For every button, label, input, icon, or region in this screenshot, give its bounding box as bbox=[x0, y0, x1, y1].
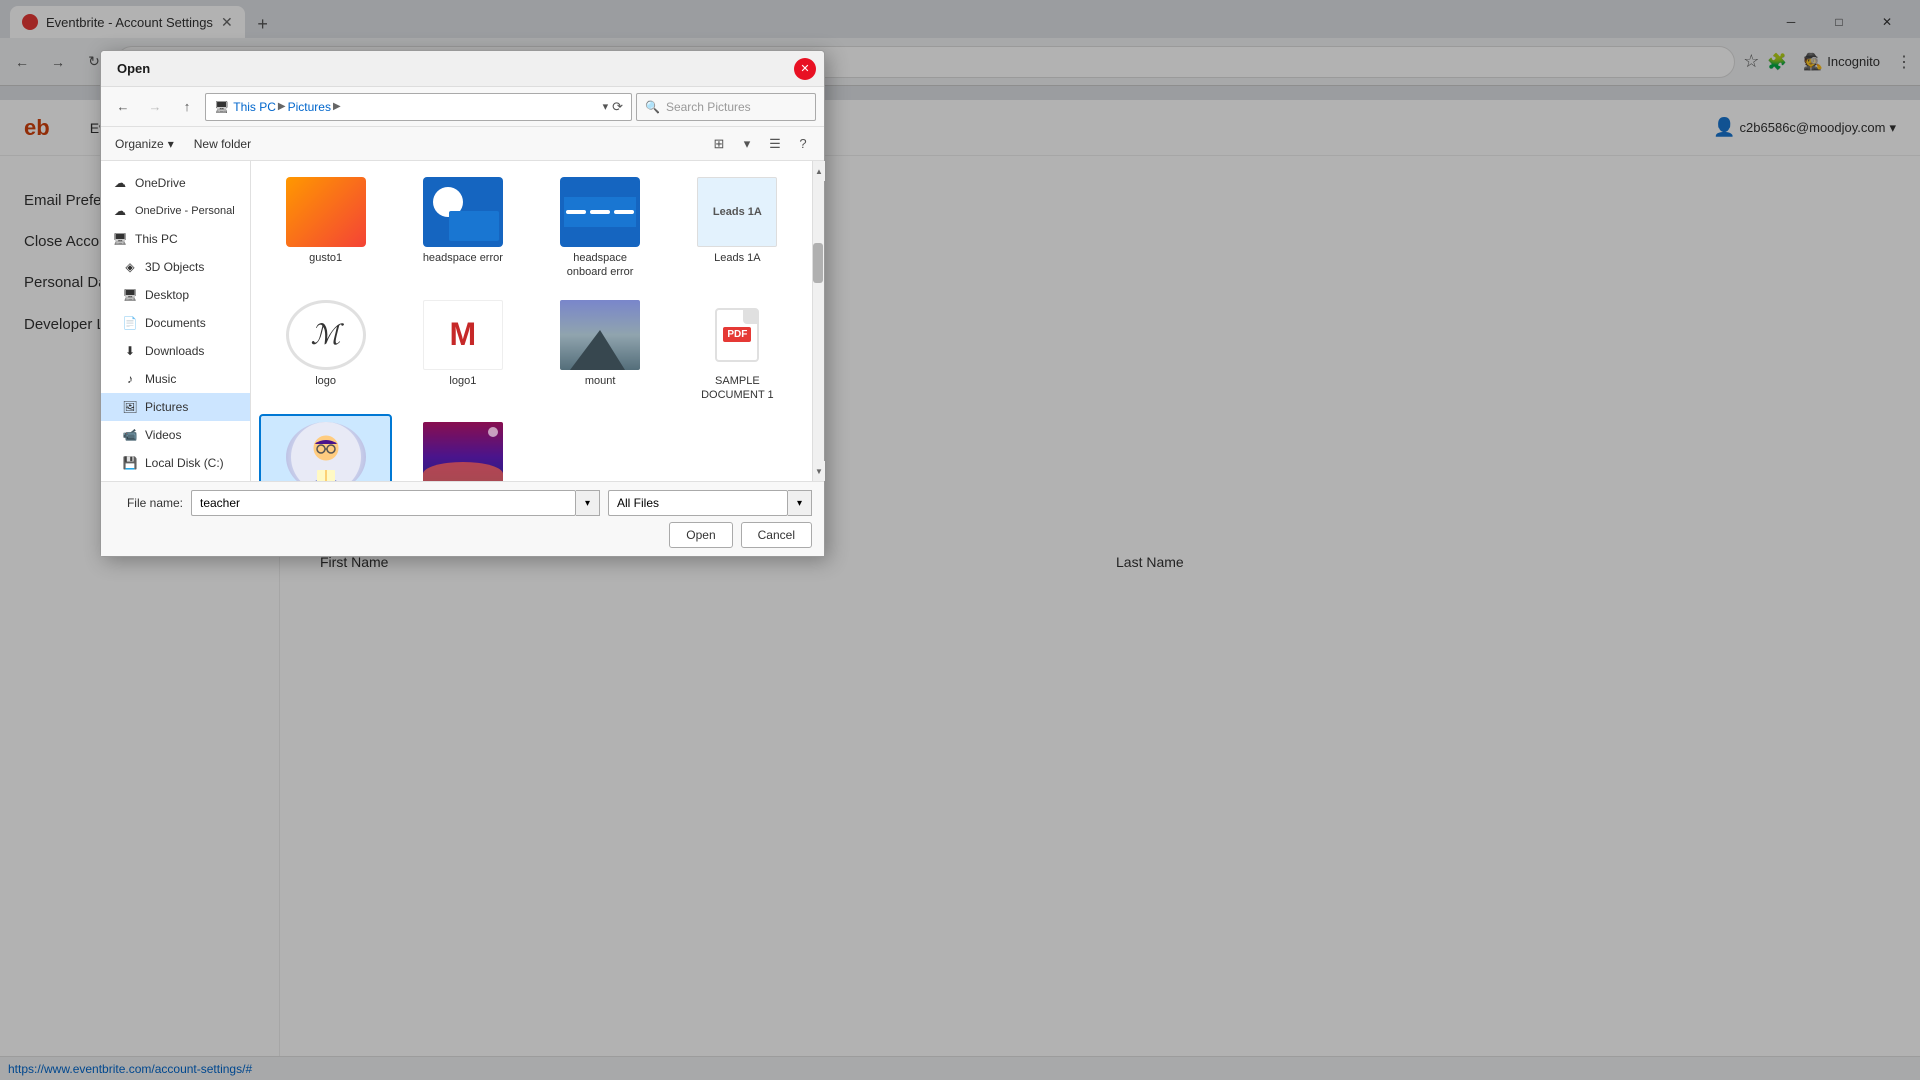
path-computer-icon: 🖥 bbox=[214, 100, 229, 114]
local-disk-icon: 💾 bbox=[121, 454, 139, 472]
dialog-footer: File name: teacher ▾ All Files ▾ Open Ca… bbox=[101, 481, 824, 556]
details-pane-button[interactable]: ☰ bbox=[762, 131, 788, 157]
dialog-up-button[interactable]: ↑ bbox=[173, 93, 201, 121]
organize-chevron-icon: ▾ bbox=[168, 137, 174, 151]
file-item-ww2[interactable]: ww2 bbox=[396, 414, 529, 481]
dialog-forward-button[interactable]: → bbox=[141, 93, 169, 121]
file-item-leads-1a[interactable]: Leads 1A Leads 1A bbox=[671, 169, 804, 288]
file-name-sample-doc: SAMPLE DOCUMENT 1 bbox=[692, 374, 782, 403]
dialog-path-bar[interactable]: 🖥 This PC ▶ Pictures ▶ ▾ ⟳ bbox=[205, 93, 632, 121]
filename-input[interactable]: teacher bbox=[191, 490, 576, 516]
path-arrow-1: ▶ bbox=[278, 101, 286, 112]
sidebar-nav-3d-objects[interactable]: ◈ 3D Objects bbox=[101, 253, 250, 281]
scroll-down-button[interactable]: ▼ bbox=[813, 461, 825, 481]
onedrive-icon: ☁ bbox=[111, 174, 129, 192]
this-pc-icon: 🖥 bbox=[111, 230, 129, 248]
file-name-leads-1a: Leads 1A bbox=[714, 251, 760, 265]
dialog-titlebar: Open ✕ bbox=[101, 51, 824, 87]
sidebar-nav-desktop[interactable]: 🖥 Desktop bbox=[101, 281, 250, 309]
filename-dropdown-button[interactable]: ▾ bbox=[576, 490, 600, 516]
desktop-icon: 🖥 bbox=[121, 286, 139, 304]
file-name-logo1: logo1 bbox=[449, 374, 476, 388]
downloads-icon: ⬇ bbox=[121, 342, 139, 360]
search-icon: 🔍 bbox=[645, 100, 660, 114]
file-item-gusto1[interactable]: gusto1 bbox=[259, 169, 392, 288]
sidebar-nav-videos[interactable]: 📹 Videos bbox=[101, 421, 250, 449]
pictures-icon: 🖼 bbox=[121, 398, 139, 416]
dialog-title: Open bbox=[117, 61, 794, 76]
sidebar-nav-this-pc[interactable]: 🖥 This PC bbox=[101, 225, 250, 253]
help-button[interactable]: ? bbox=[790, 131, 816, 157]
filename-label: File name: bbox=[113, 496, 183, 510]
documents-icon: 📄 bbox=[121, 314, 139, 332]
sidebar-nav-pictures[interactable]: 🖼 Pictures bbox=[101, 393, 250, 421]
dialog-sidebar: ☁ OneDrive ☁ OneDrive - Personal 🖥 This … bbox=[101, 161, 251, 481]
scroll-thumb[interactable] bbox=[813, 243, 823, 283]
filename-input-group: teacher ▾ bbox=[191, 490, 600, 516]
sidebar-nav-onedrive[interactable]: ☁ OneDrive bbox=[101, 169, 250, 197]
filename-row: File name: teacher ▾ All Files ▾ bbox=[113, 490, 812, 516]
file-item-headspace-error[interactable]: headspace error bbox=[396, 169, 529, 288]
dialog-search-box[interactable]: 🔍 Search Pictures bbox=[636, 93, 816, 121]
sidebar-nav-local-disk[interactable]: 💾 Local Disk (C:) bbox=[101, 449, 250, 477]
view-change-button[interactable]: ⊞ bbox=[706, 131, 732, 157]
open-button[interactable]: Open bbox=[669, 522, 732, 548]
path-arrow-2: ▶ bbox=[333, 101, 341, 112]
new-folder-button[interactable]: New folder bbox=[188, 134, 257, 154]
dialog-files-grid: gusto1 headspace error bbox=[251, 161, 812, 481]
sidebar-nav-documents[interactable]: 📄 Documents bbox=[101, 309, 250, 337]
file-item-mount[interactable]: mount bbox=[534, 292, 667, 411]
filetype-dropdown-button[interactable]: ▾ bbox=[788, 490, 812, 516]
file-item-logo[interactable]: ℳ logo bbox=[259, 292, 392, 411]
sidebar-nav-music[interactable]: ♪ Music bbox=[101, 365, 250, 393]
path-breadcrumb: This PC ▶ Pictures ▶ bbox=[233, 100, 340, 114]
file-name-gusto1: gusto1 bbox=[309, 251, 342, 265]
sidebar-nav-downloads[interactable]: ⬇ Downloads bbox=[101, 337, 250, 365]
scroll-up-button[interactable]: ▲ bbox=[813, 161, 825, 181]
filetype-select[interactable]: All Files bbox=[608, 490, 788, 516]
file-name-mount: mount bbox=[585, 374, 616, 388]
dialog-scrollbar[interactable]: ▲ ▼ bbox=[812, 161, 824, 481]
music-icon: ♪ bbox=[121, 370, 139, 388]
organize-button[interactable]: Organize ▾ bbox=[109, 134, 180, 154]
refresh-path-button[interactable]: ⟳ bbox=[612, 99, 623, 115]
dialog-body: ☁ OneDrive ☁ OneDrive - Personal 🖥 This … bbox=[101, 161, 824, 481]
file-name-headspace-error: headspace error bbox=[423, 251, 503, 265]
path-part-pictures[interactable]: Pictures bbox=[288, 100, 331, 114]
dialog-back-button[interactable]: ← bbox=[109, 93, 137, 121]
3d-objects-icon: ◈ bbox=[121, 258, 139, 276]
file-name-headspace-onboard: headspace onboard error bbox=[555, 251, 645, 280]
filetype-group: All Files ▾ bbox=[608, 490, 812, 516]
search-placeholder: Search Pictures bbox=[666, 100, 751, 114]
onedrive-personal-icon: ☁ bbox=[111, 202, 129, 220]
cancel-button[interactable]: Cancel bbox=[741, 522, 812, 548]
file-item-sample-doc[interactable]: PDF SAMPLE DOCUMENT 1 bbox=[671, 292, 804, 411]
dialog-toolbar: ← → ↑ 🖥 This PC ▶ Pictures ▶ ▾ ⟳ 🔍 Searc… bbox=[101, 87, 824, 127]
view-controls: ⊞ ▾ ☰ ? bbox=[706, 131, 816, 157]
file-name-logo: logo bbox=[315, 374, 336, 388]
file-open-dialog: Open ✕ ← → ↑ 🖥 This PC ▶ Pictures ▶ ▾ ⟳ … bbox=[100, 50, 825, 557]
videos-icon: 📹 bbox=[121, 426, 139, 444]
sidebar-nav-onedrive-personal[interactable]: ☁ OneDrive - Personal bbox=[101, 197, 250, 225]
dialog-buttons: Open Cancel bbox=[113, 522, 812, 548]
dialog-close-button[interactable]: ✕ bbox=[794, 58, 816, 80]
dialog-secondary-toolbar: Organize ▾ New folder ⊞ ▾ ☰ ? bbox=[101, 127, 824, 161]
file-item-headspace-onboard[interactable]: headspace onboard error bbox=[534, 169, 667, 288]
file-item-logo1[interactable]: M logo1 bbox=[396, 292, 529, 411]
view-dropdown-button[interactable]: ▾ bbox=[734, 131, 760, 157]
dialog-overlay: Open ✕ ← → ↑ 🖥 This PC ▶ Pictures ▶ ▾ ⟳ … bbox=[0, 0, 1920, 1080]
file-item-teacher[interactable]: teacher bbox=[259, 414, 392, 481]
path-part-thispc[interactable]: This PC bbox=[233, 100, 276, 114]
path-dropdown-button[interactable]: ▾ bbox=[603, 100, 609, 113]
